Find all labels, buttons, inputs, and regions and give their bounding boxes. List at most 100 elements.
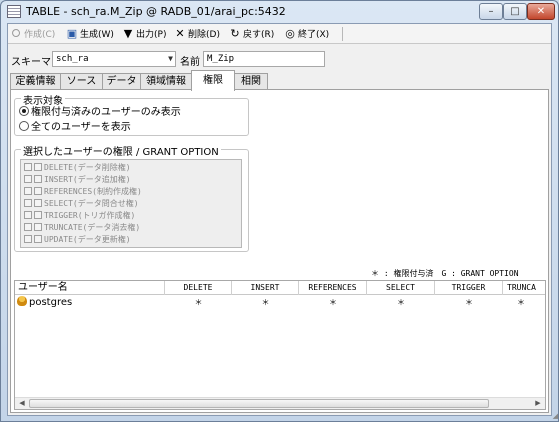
grant-checkbox: [34, 175, 42, 183]
undo-icon: ↻: [230, 27, 240, 40]
minimize-button[interactable]: –: [479, 3, 503, 20]
perm-truncate: TRUNCATE(データ消去権): [24, 222, 140, 233]
perm-insert: INSERT(データ追加権): [24, 174, 131, 185]
generate-button[interactable]: ▣ 生成(W): [66, 27, 114, 41]
cell-truncate[interactable]: ＊: [503, 296, 545, 309]
perm-delete-label: DELETE(データ削除権): [44, 163, 131, 172]
perm-select-label: SELECT(データ問合せ権): [44, 199, 139, 208]
cell-references[interactable]: ＊: [299, 296, 367, 309]
radio-all-users[interactable]: 全てのユーザーを表示: [19, 121, 131, 135]
display-target-group: 表示対象 権限付与済みのユーザーのみ表示 全てのユーザーを表示: [14, 92, 249, 136]
checkbox: [24, 163, 32, 171]
column-header-trigger[interactable]: TRIGGER: [435, 281, 503, 295]
schema-value: sch_ra: [56, 54, 89, 64]
checkbox: [24, 175, 32, 183]
output-button[interactable]: ▼ 出力(P): [122, 27, 167, 41]
privileges-grid[interactable]: ユーザー名 DELETE INSERT REFERENCES SELECT TR…: [14, 280, 546, 410]
checkbox: [24, 187, 32, 195]
cell-trigger[interactable]: ＊: [435, 296, 503, 309]
tab-dependency[interactable]: 相関: [234, 73, 268, 90]
column-header-insert[interactable]: INSERT: [232, 281, 299, 295]
tab-data[interactable]: データ: [102, 73, 141, 90]
scroll-right-icon[interactable]: ▶: [532, 398, 544, 409]
delete-button[interactable]: ✕ 削除(D): [174, 27, 220, 41]
toolbar: ⭘ 作成(C) ▣ 生成(W) ▼ 出力(P) ✕ 削除(D) ↻ 戻す(R) ◎ 終了(X…: [8, 24, 551, 44]
generate-label: 生成(W): [80, 30, 114, 40]
close-button[interactable]: ✕: [527, 3, 555, 20]
back-label: 戻す(R): [243, 30, 275, 40]
exit-button[interactable]: ◎ 終了(X): [284, 27, 329, 41]
perm-select: SELECT(データ問合せ権): [24, 198, 139, 209]
column-header-truncate[interactable]: TRUNCA: [503, 281, 545, 295]
generate-icon: ▣: [66, 27, 78, 40]
user-icon: [17, 296, 27, 306]
resize-grip-icon[interactable]: ◢: [548, 411, 558, 421]
toolbar-separator: [342, 27, 343, 41]
create-icon: ⭘: [11, 27, 21, 40]
tab-source[interactable]: ソース: [60, 73, 103, 90]
app-window: TABLE - sch_ra.M_Zip @ RADB_01/arai_pc:5…: [0, 0, 559, 422]
privileges-panel: 表示対象 権限付与済みのユーザーのみ表示 全てのユーザーを表示 選択したユーザー…: [10, 89, 549, 413]
cell-insert[interactable]: ＊: [232, 296, 299, 309]
maximize-button[interactable]: □: [503, 3, 527, 20]
grid-header: ユーザー名 DELETE INSERT REFERENCES SELECT TR…: [15, 281, 545, 295]
radio-button[interactable]: [19, 121, 29, 131]
exit-icon: ◎: [285, 27, 295, 40]
name-value: M_Zip: [207, 54, 235, 64]
schema-select[interactable]: sch_ra ▼: [52, 51, 176, 67]
checkbox: [24, 211, 32, 219]
perm-trigger: TRIGGER(トリガ作成権): [24, 210, 135, 221]
permissions-list: DELETE(データ削除権) INSERT(データ追加権) REFERENCES…: [20, 159, 242, 248]
radio-button-selected[interactable]: [19, 106, 29, 116]
grant-checkbox: [34, 223, 42, 231]
name-label: 名前: [180, 57, 200, 68]
column-header-user[interactable]: ユーザー名: [15, 281, 165, 295]
tab-privileges[interactable]: 権限: [191, 70, 235, 91]
window-content: ⭘ 作成(C) ▣ 生成(W) ▼ 出力(P) ✕ 削除(D) ↻ 戻す(R) ◎ 終了(X…: [7, 23, 552, 416]
perm-insert-label: INSERT(データ追加権): [44, 175, 131, 184]
table-app-icon: [7, 5, 21, 18]
column-header-delete[interactable]: DELETE: [165, 281, 232, 295]
column-header-select[interactable]: SELECT: [367, 281, 435, 295]
exit-label: 終了(X): [298, 30, 330, 40]
perm-update: UPDATE(データ更新権): [24, 234, 131, 245]
window-title: TABLE - sch_ra.M_Zip @ RADB_01/arai_pc:5…: [26, 5, 286, 18]
checkbox: [24, 199, 32, 207]
grant-checkbox: [34, 187, 42, 195]
cell-select[interactable]: ＊: [367, 296, 435, 309]
delete-label: 削除(D): [188, 30, 220, 40]
title-bar[interactable]: TABLE - sch_ra.M_Zip @ RADB_01/arai_pc:5…: [1, 1, 558, 23]
column-header-references[interactable]: REFERENCES: [299, 281, 367, 295]
grant-checkbox: [34, 199, 42, 207]
perm-truncate-label: TRUNCATE(データ消去権): [44, 223, 141, 232]
create-button[interactable]: ⭘ 作成(C): [10, 27, 56, 41]
tab-storage[interactable]: 領域情報: [140, 73, 192, 90]
radio-granted-only[interactable]: 権限付与済みのユーザーのみ表示: [19, 106, 181, 120]
schema-label: スキーマ: [11, 57, 51, 68]
scroll-left-icon[interactable]: ◀: [16, 398, 28, 409]
user-name: postgres: [29, 297, 73, 308]
checkbox: [24, 235, 32, 243]
checkbox: [24, 223, 32, 231]
delete-icon: ✕: [175, 27, 185, 40]
radio-all-label: 全てのユーザーを表示: [31, 122, 131, 133]
perm-update-label: UPDATE(データ更新権): [44, 235, 131, 244]
back-button[interactable]: ↻ 戻す(R): [229, 27, 274, 41]
tab-definition[interactable]: 定義情報: [10, 73, 61, 90]
grant-checkbox: [34, 163, 42, 171]
display-target-title: 表示対象: [21, 92, 65, 107]
legend-text: ＊ : 権限付与済 G : GRANT OPTION: [371, 269, 519, 278]
cell-delete[interactable]: ＊: [165, 296, 232, 309]
create-label: 作成(C): [24, 30, 56, 40]
scrollbar-thumb[interactable]: [29, 399, 489, 408]
chevron-down-icon: ▼: [168, 54, 173, 63]
name-field[interactable]: M_Zip: [203, 51, 325, 67]
user-permissions-title: 選択したユーザーの権限 / GRANT OPTION: [21, 143, 221, 158]
perm-trigger-label: TRIGGER(トリガ作成権): [44, 211, 136, 220]
perm-delete: DELETE(データ削除権): [24, 162, 131, 173]
perm-references: REFERENCES(制約作成権): [24, 186, 142, 197]
table-row-user[interactable]: postgres: [17, 296, 165, 309]
grant-checkbox: [34, 211, 42, 219]
horizontal-scrollbar[interactable]: ◀ ▶: [15, 397, 545, 409]
perm-references-label: REFERENCES(制約作成権): [44, 187, 142, 196]
